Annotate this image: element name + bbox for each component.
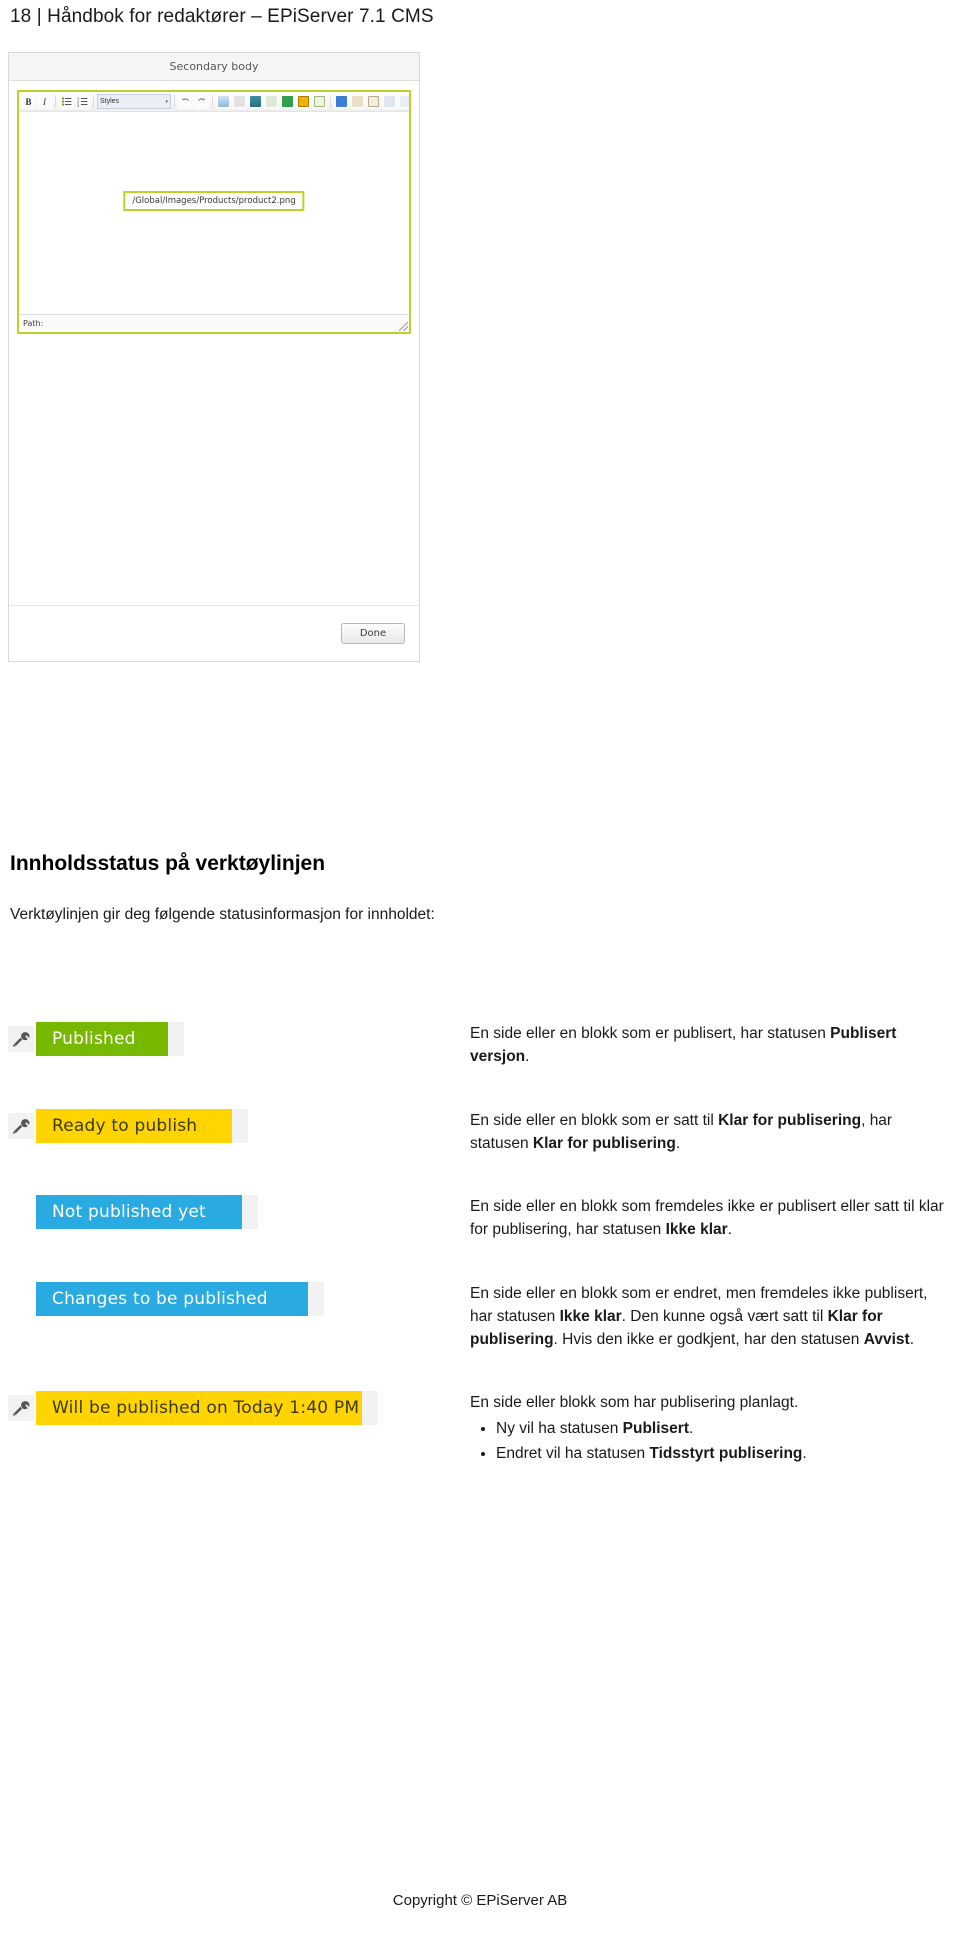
clipboard-icon[interactable] bbox=[366, 94, 381, 109]
status-badge-arrow-icon bbox=[224, 1195, 242, 1229]
editor-screenshot-figure: Secondary body B I 123 Styles ▾ /Global/… bbox=[8, 52, 420, 662]
toolbar-separator bbox=[93, 95, 94, 108]
status-badge-arrow-icon bbox=[290, 1281, 308, 1316]
spellcheck-icon[interactable] bbox=[264, 94, 279, 109]
bullet-list-icon[interactable] bbox=[59, 94, 74, 109]
list-item: Endret vil ha statusen Tidsstyrt publise… bbox=[496, 1442, 946, 1465]
status-description: En side eller en blokk som er publisert,… bbox=[470, 1022, 960, 1069]
status-bullet-list: Ny vil ha statusen Publisert.Endret vil … bbox=[470, 1417, 946, 1466]
insert-image-icon[interactable] bbox=[216, 94, 231, 109]
undo-icon[interactable] bbox=[178, 94, 193, 109]
wrench-icon bbox=[8, 1026, 34, 1052]
status-badge-cell: Ready to publish bbox=[0, 1108, 470, 1143]
status-badge-arrow-icon bbox=[150, 1022, 168, 1056]
status-description-text: En side eller en blokk som fremdeles ikk… bbox=[470, 1198, 944, 1239]
wrench-icon bbox=[8, 1112, 34, 1139]
wrench-icon bbox=[8, 1395, 34, 1422]
status-badge: Ready to publish bbox=[36, 1108, 248, 1143]
section-intro-text: Verktøylinjen gir deg følgende statusinf… bbox=[10, 906, 435, 923]
status-badge: Changes to be published bbox=[36, 1281, 324, 1316]
anchor-icon[interactable] bbox=[334, 94, 349, 109]
paste-word-icon[interactable] bbox=[382, 94, 397, 109]
insert-table-icon[interactable] bbox=[296, 94, 311, 109]
insert-file-icon[interactable] bbox=[248, 94, 263, 109]
status-description-text: En side eller en blokk som er publisert,… bbox=[470, 1025, 897, 1066]
status-description-text: En side eller en blokk som er endret, me… bbox=[470, 1284, 928, 1349]
paste-text-icon[interactable] bbox=[398, 94, 409, 109]
styles-dropdown[interactable]: Styles ▾ bbox=[97, 94, 171, 109]
status-badge-label: Published bbox=[52, 1029, 136, 1049]
styles-dropdown-label: Styles bbox=[100, 98, 120, 105]
svg-text:3: 3 bbox=[77, 103, 80, 107]
status-description: En side eller en blokk som er satt til K… bbox=[470, 1109, 960, 1156]
editor-content-area[interactable]: /Global/Images/Products/product2.png bbox=[19, 112, 409, 314]
redo-icon[interactable] bbox=[194, 94, 209, 109]
chevron-down-icon: ▾ bbox=[165, 98, 168, 105]
status-badge: Published bbox=[36, 1022, 184, 1056]
toolbar-separator bbox=[174, 95, 175, 108]
status-badge-cell: Will be published on Today 1:40 PM bbox=[0, 1391, 470, 1426]
paste-icon[interactable] bbox=[232, 94, 247, 109]
numbered-list-icon[interactable]: 123 bbox=[75, 94, 90, 109]
page-header: 18 | Håndbok for redaktører – EPiServer … bbox=[10, 6, 434, 27]
insert-link-icon[interactable] bbox=[280, 94, 295, 109]
status-badge-arrow-icon bbox=[214, 1108, 232, 1143]
toolbar-separator bbox=[212, 95, 213, 108]
secondary-body-label: Secondary body bbox=[169, 60, 259, 73]
section-heading: Innholdsstatus på verktøylinjen bbox=[10, 852, 326, 875]
rich-text-editor[interactable]: B I 123 Styles ▾ /Global/Images/Products… bbox=[17, 90, 411, 334]
status-badge-cell: Changes to be published bbox=[0, 1281, 470, 1316]
page-footer: Copyright © EPiServer AB bbox=[392, 1892, 568, 1909]
status-badge-cell: Published bbox=[0, 1022, 470, 1056]
image-path-placeholder: /Global/Images/Products/product2.png bbox=[123, 190, 305, 211]
list-item: Ny vil ha statusen Publisert. bbox=[496, 1417, 946, 1440]
status-badge-label: Will be published on Today 1:40 PM bbox=[52, 1398, 360, 1419]
status-badge: Will be published on Today 1:40 PM bbox=[36, 1391, 378, 1426]
italic-icon[interactable]: I bbox=[37, 94, 52, 109]
toolbar-separator bbox=[330, 95, 331, 108]
status-badge-label: Changes to be published bbox=[52, 1288, 268, 1309]
status-row: Ready to publish En side eller en blokk s… bbox=[0, 1108, 960, 1156]
status-badge: Not published yet bbox=[36, 1195, 258, 1229]
path-label: Path: bbox=[23, 319, 44, 328]
status-badge-label: Ready to publish bbox=[52, 1115, 198, 1136]
status-row: Not published yet En side eller en blokk … bbox=[0, 1195, 960, 1242]
status-row: Published En side eller en blokk som er p… bbox=[0, 1022, 960, 1069]
toolbar-separator bbox=[55, 95, 56, 108]
copy-icon[interactable] bbox=[350, 94, 365, 109]
figure-title-bar: Secondary body bbox=[9, 53, 419, 81]
figure-footer-bar: Done bbox=[9, 605, 419, 661]
resize-grip-icon[interactable] bbox=[399, 322, 408, 331]
status-description: En side eller en blokk som er endret, me… bbox=[470, 1282, 960, 1352]
status-row: Will be published on Today 1:40 PM En sid… bbox=[0, 1391, 960, 1465]
editor-toolbar[interactable]: B I 123 Styles ▾ bbox=[19, 92, 409, 112]
bold-icon[interactable]: B bbox=[21, 94, 36, 109]
status-list: Published En side eller en blokk som er p… bbox=[0, 1022, 960, 1505]
status-description: En side eller blokk som har publisering … bbox=[470, 1391, 960, 1465]
insert-block-icon[interactable] bbox=[312, 94, 327, 109]
done-button[interactable]: Done bbox=[341, 623, 405, 644]
status-description-text: En side eller blokk som har publisering … bbox=[470, 1394, 799, 1412]
status-row: Changes to be published En side eller en … bbox=[0, 1281, 960, 1352]
status-badge-label: Not published yet bbox=[52, 1202, 206, 1222]
status-description: En side eller en blokk som fremdeles ikk… bbox=[470, 1195, 960, 1242]
status-badge-cell: Not published yet bbox=[0, 1195, 470, 1229]
editor-path-bar: Path: bbox=[19, 314, 409, 332]
status-description-text: En side eller en blokk som er satt til K… bbox=[470, 1111, 893, 1152]
